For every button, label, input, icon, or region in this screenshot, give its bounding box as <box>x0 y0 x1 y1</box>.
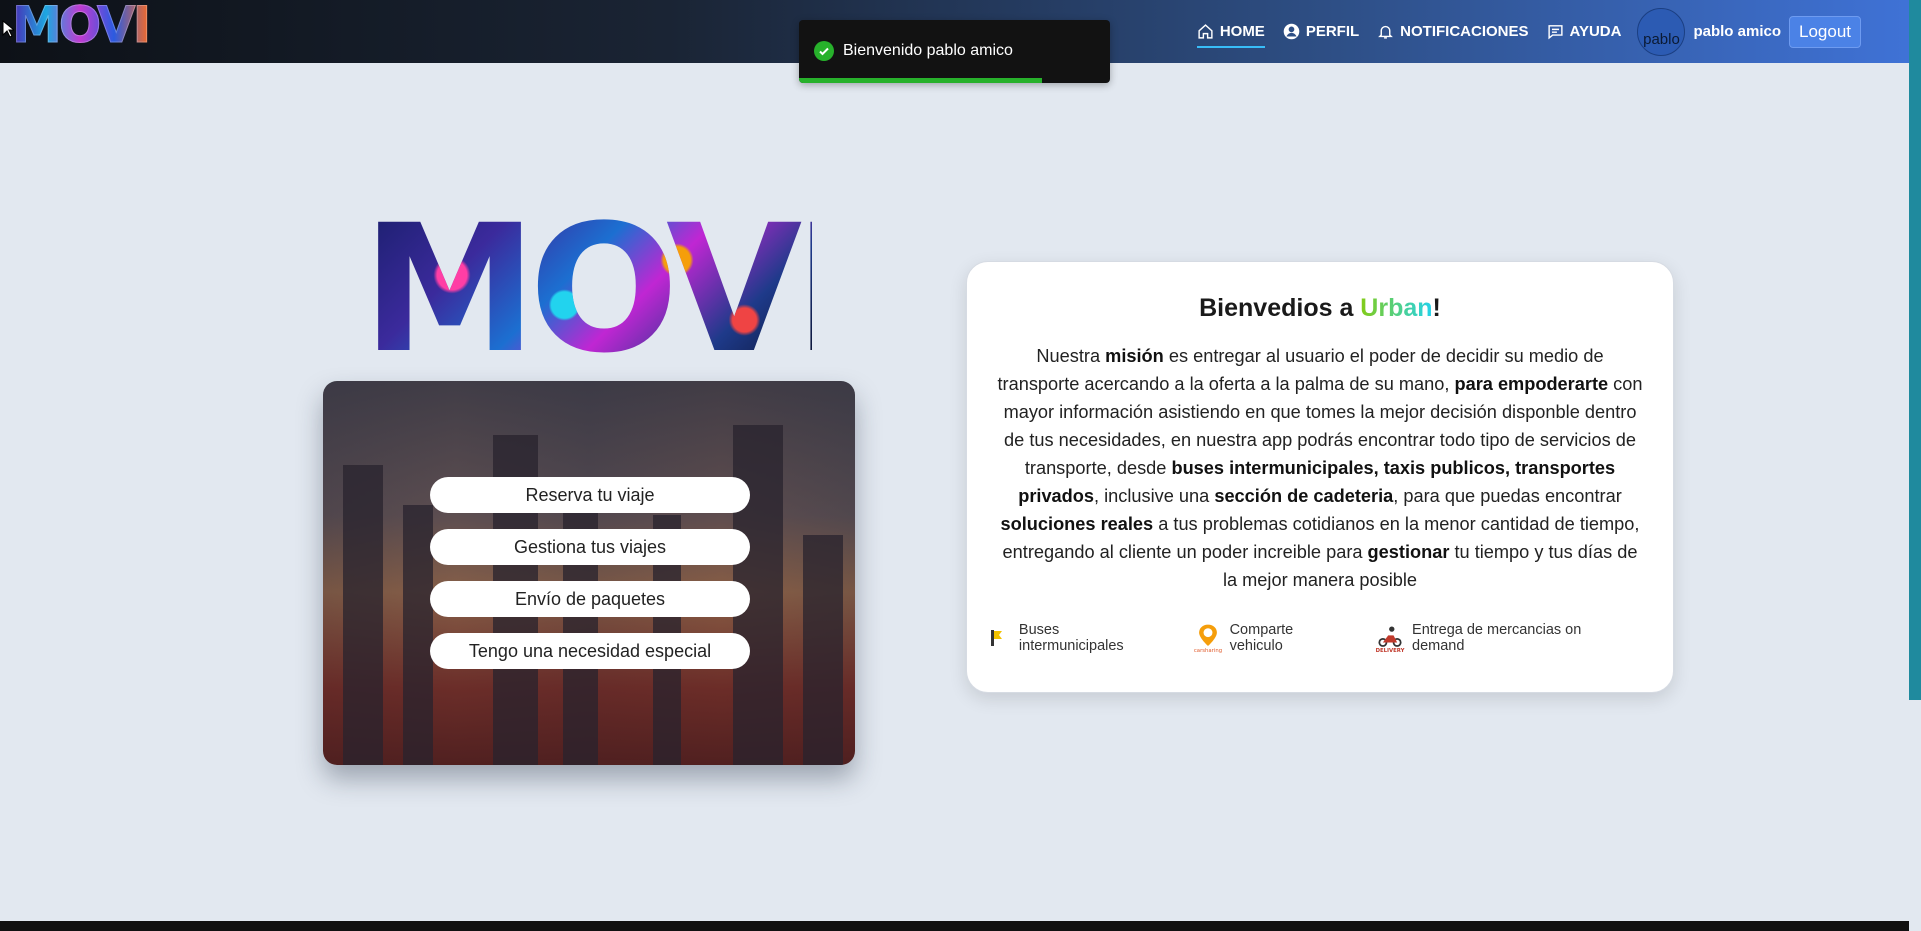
toast-message: Bienvenido pablo amico <box>843 42 1013 59</box>
nav-link-ayuda[interactable]: AYUDA <box>1547 17 1622 47</box>
user-icon <box>1283 23 1300 40</box>
nav-link-home[interactable]: HOME <box>1196 17 1265 48</box>
skyline-building <box>803 535 843 765</box>
delivery-icon-text: DELIVERY <box>1376 648 1405 654</box>
mission-text-bold: misión <box>1105 346 1164 366</box>
service-buses-label: Buses intermunicipales <box>1018 622 1124 654</box>
chat-icon <box>1547 25 1563 40</box>
mission-text-bold: gestionar <box>1367 542 1450 562</box>
manage-trips-button[interactable]: Gestiona tus viajes <box>430 529 750 565</box>
brand-name: Urban <box>1360 294 1433 322</box>
mission-text-bold: sección de cadeteria <box>1214 486 1394 506</box>
reserve-trip-button[interactable]: Reserva tu viaje <box>430 477 750 513</box>
info-title: Bienvedios a Urban! <box>967 294 1673 323</box>
package-delivery-button[interactable]: Envío de paquetes <box>430 581 750 617</box>
service-carsharing[interactable]: carsharing Comparte vehiculo <box>1192 622 1350 654</box>
carsharing-icon: carsharing <box>1192 622 1224 654</box>
skyline-building <box>403 505 433 765</box>
mission-text: Nuestra misión es entregar al usuario el… <box>997 342 1643 594</box>
service-buses[interactable]: Buses intermunicipales <box>981 622 1168 654</box>
toast-progress-bar <box>799 78 1042 83</box>
service-delivery[interactable]: DELIVERY Entrega de mercancias on demand <box>1374 622 1637 654</box>
nav-links: HOME PERFIL NOTIFICACIONES AYUDA pablo p… <box>1179 0 1861 63</box>
skyline-building <box>343 465 383 765</box>
nav-link-notificaciones-label: NOTIFICACIONES <box>1400 23 1529 40</box>
carsharing-icon-text: carsharing <box>1193 648 1221 654</box>
nav-link-ayuda-label: AYUDA <box>1569 23 1622 40</box>
service-delivery-label: Entrega de mercancias on demand <box>1412 622 1582 654</box>
bus-icon <box>981 622 1013 654</box>
nav-link-perfil-label: PERFIL <box>1305 23 1360 40</box>
home-icon <box>1198 24 1213 39</box>
mission-text-bold: para empoderarte <box>1454 374 1609 394</box>
delivery-icon: DELIVERY <box>1374 622 1406 654</box>
city-image-card: Reserva tu viaje Gestiona tus viajes Env… <box>323 381 855 765</box>
footer-bar <box>0 921 1909 931</box>
nav-link-perfil[interactable]: PERFIL <box>1283 17 1359 47</box>
avatar[interactable]: pablo <box>1637 7 1686 56</box>
scrollbar-track <box>1909 700 1921 931</box>
logout-button[interactable]: Logout <box>1789 15 1861 48</box>
check-circle-icon <box>814 41 834 61</box>
mission-text-segment: , para que puedas encontrar <box>1393 486 1622 506</box>
mission-text-segment: , inclusive una <box>1094 486 1215 506</box>
hero-logo: MOVI <box>362 187 852 392</box>
avatar-alt-text: pablo <box>1643 30 1680 48</box>
service-carsharing-label: Comparte vehiculo <box>1229 622 1294 654</box>
special-need-button[interactable]: Tengo una necesidad especial <box>430 633 750 669</box>
mission-text-segment: Nuestra <box>1036 346 1106 366</box>
bell-icon <box>1378 25 1394 39</box>
info-title-suffix: ! <box>1432 294 1441 322</box>
mouse-cursor-icon <box>2 20 14 38</box>
services-list: Buses intermunicipales carsharing Compar… <box>981 622 1661 654</box>
info-card: Bienvedios a Urban! Nuestra misión es en… <box>966 261 1674 693</box>
action-menu: Reserva tu viaje Gestiona tus viajes Env… <box>430 477 750 685</box>
nav-link-notificaciones[interactable]: NOTIFICACIONES <box>1377 17 1529 47</box>
user-name: pablo amico <box>1693 23 1781 40</box>
info-title-prefix: Bienvedios a <box>1199 294 1361 322</box>
welcome-toast[interactable]: Bienvenido pablo amico <box>799 20 1110 83</box>
navbar-logo[interactable]: MOVI <box>11 0 151 51</box>
mission-text-bold: soluciones reales <box>1000 514 1154 534</box>
nav-link-home-label: HOME <box>1219 23 1265 40</box>
